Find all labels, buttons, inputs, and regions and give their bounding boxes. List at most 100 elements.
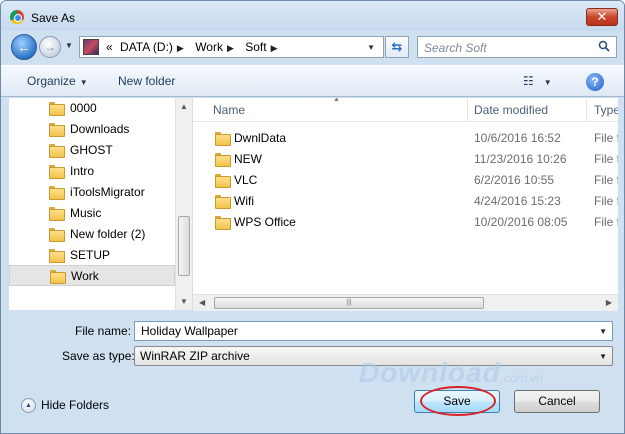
filename-value[interactable]: Holiday Wallpaper: [141, 324, 238, 338]
file-date: 10/6/2016 16:52: [474, 131, 561, 145]
file-type: File f: [594, 215, 618, 229]
sidebar-item[interactable]: iToolsMigrator: [9, 182, 175, 203]
folder-icon: [215, 195, 231, 209]
folder-icon: [215, 132, 231, 146]
file-row[interactable]: WPS Office 10/20/2016 08:05 File f: [193, 212, 618, 233]
sidebar-item[interactable]: GHOST: [9, 140, 175, 161]
scroll-right-icon[interactable]: ▶: [606, 298, 612, 307]
chevron-right-icon[interactable]: ▶: [227, 43, 234, 53]
folder-icon: [215, 153, 231, 167]
navigation-scrollbar[interactable]: ▲ ▼: [175, 98, 192, 310]
address-bar[interactable]: « DATA (D:) ▶ Work ▶ Soft ▶ ▼: [79, 36, 384, 58]
file-list: ▲ Name Date modified Type DwnlData 10/6/2…: [193, 98, 618, 294]
file-date: 11/23/2016 10:26: [474, 152, 567, 166]
sidebar-item[interactable]: SETUP: [9, 245, 175, 266]
sidebar-item[interactable]: Music: [9, 203, 175, 224]
filename-field[interactable]: Holiday Wallpaper ▼: [134, 321, 613, 341]
file-row[interactable]: VLC 6/2/2016 10:55 File f: [193, 170, 618, 191]
file-name: NEW: [234, 152, 262, 166]
column-divider[interactable]: [467, 98, 468, 122]
breadcrumb-overflow[interactable]: «: [106, 40, 113, 54]
column-divider[interactable]: [586, 98, 587, 122]
column-date-modified[interactable]: Date modified: [474, 103, 548, 117]
cancel-button[interactable]: Cancel: [514, 390, 600, 413]
chevron-down-icon: ▼: [543, 78, 552, 87]
forward-button[interactable]: →: [39, 36, 61, 58]
refresh-button[interactable]: ⇆: [385, 36, 409, 58]
file-row[interactable]: Wifi 4/24/2016 15:23 File f: [193, 191, 618, 212]
file-row[interactable]: NEW 11/23/2016 10:26 File f: [193, 149, 618, 170]
search-input[interactable]: Search Soft: [417, 36, 617, 58]
save-as-dialog: Save As ✕ ← → ▼ « DATA (D:) ▶ Work ▶ Soft ▶…: [0, 0, 625, 434]
file-date: 10/20/2016 08:05: [474, 215, 568, 229]
watermark-logo: Download.com.vn: [359, 357, 543, 389]
sidebar-item-work[interactable]: Work: [9, 265, 175, 286]
search-placeholder: Search Soft: [424, 41, 487, 55]
folder-icon: [49, 228, 65, 242]
help-icon[interactable]: ?: [586, 73, 604, 91]
back-button[interactable]: ←: [11, 34, 37, 60]
window-title: Save As: [31, 11, 76, 25]
breadcrumb-soft[interactable]: Soft: [245, 40, 266, 54]
watermark-text: Download: [359, 357, 501, 388]
chevron-right-icon[interactable]: ▶: [271, 43, 278, 53]
folder-icon: [215, 174, 231, 188]
navigation-bar: ← → ▼ « DATA (D:) ▶ Work ▶ Soft ▶ ▼ ⇆ Searc…: [1, 31, 624, 63]
file-type: File f: [594, 194, 618, 208]
scrollbar-thumb[interactable]: |||: [214, 297, 484, 309]
horizontal-scrollbar[interactable]: ◀ ||| ▶: [193, 294, 618, 311]
scroll-down-icon[interactable]: ▼: [180, 297, 188, 306]
filename-label: File name:: [75, 324, 132, 338]
folder-icon: [49, 165, 65, 179]
chevron-right-icon[interactable]: ▶: [177, 43, 184, 53]
chevron-down-icon[interactable]: ▼: [599, 327, 607, 336]
search-icon[interactable]: [598, 40, 610, 52]
highlight-circle: [420, 386, 496, 416]
column-header-row: ▲ Name Date modified Type: [193, 98, 618, 122]
navigation-pane: 0000 Downloads GHOST Intro iToolsMigrato…: [9, 98, 192, 310]
breadcrumb-work[interactable]: Work: [195, 40, 223, 54]
folder-icon: [215, 216, 231, 230]
sidebar-item-label: Downloads: [70, 122, 130, 136]
file-type: File f: [594, 152, 618, 166]
breadcrumb: « DATA (D:) ▶ Work ▶ Soft ▶: [106, 40, 286, 54]
chevron-down-icon[interactable]: ▼: [599, 352, 607, 361]
file-date: 6/2/2016 10:55: [474, 173, 555, 187]
file-date: 4/24/2016 15:23: [474, 194, 561, 208]
sidebar-item[interactable]: New folder (2): [9, 224, 175, 245]
title-bar: Save As ✕: [1, 1, 624, 31]
folder-icon: [49, 144, 65, 158]
sidebar-item[interactable]: Intro: [9, 161, 175, 182]
scroll-left-icon[interactable]: ◀: [199, 298, 205, 307]
sort-ascending-icon: ▲: [333, 98, 340, 103]
file-name: Wifi: [234, 194, 254, 208]
scroll-up-icon[interactable]: ▲: [180, 102, 188, 111]
breadcrumb-drive[interactable]: DATA (D:): [120, 40, 173, 54]
folder-thumbnail-icon: [83, 39, 99, 55]
file-name: VLC: [234, 173, 258, 187]
new-folder-button[interactable]: New folder: [118, 74, 175, 88]
chrome-icon: [10, 10, 24, 24]
sidebar-item-label: New folder (2): [70, 227, 146, 241]
folder-icon: [49, 186, 65, 200]
folder-icon: [49, 249, 65, 263]
chevron-up-icon[interactable]: ▲: [21, 398, 36, 413]
close-button[interactable]: ✕: [586, 8, 618, 26]
sidebar-item-label: 0000: [70, 101, 97, 115]
save-as-type-label: Save as type:: [62, 349, 135, 363]
sidebar-item[interactable]: 0000: [9, 98, 175, 119]
chevron-down-icon: ▼: [79, 78, 88, 87]
column-type[interactable]: Type: [594, 103, 618, 117]
scrollbar-thumb[interactable]: [178, 216, 190, 276]
sidebar-item[interactable]: Downloads: [9, 119, 175, 140]
column-name[interactable]: Name: [213, 103, 245, 117]
change-view-button[interactable]: ☷ ▼: [523, 74, 552, 88]
recent-locations-dropdown[interactable]: ▼: [65, 41, 73, 50]
file-row[interactable]: DwnlData 10/6/2016 16:52 File f: [193, 128, 618, 149]
address-dropdown[interactable]: ▼: [367, 43, 375, 52]
hide-folders-button[interactable]: Hide Folders: [41, 398, 109, 412]
organize-button[interactable]: Organize ▼: [27, 74, 88, 88]
sidebar-item-label: Music: [70, 206, 102, 220]
sidebar-item-label: Work: [71, 269, 99, 283]
file-type: File f: [594, 173, 618, 187]
